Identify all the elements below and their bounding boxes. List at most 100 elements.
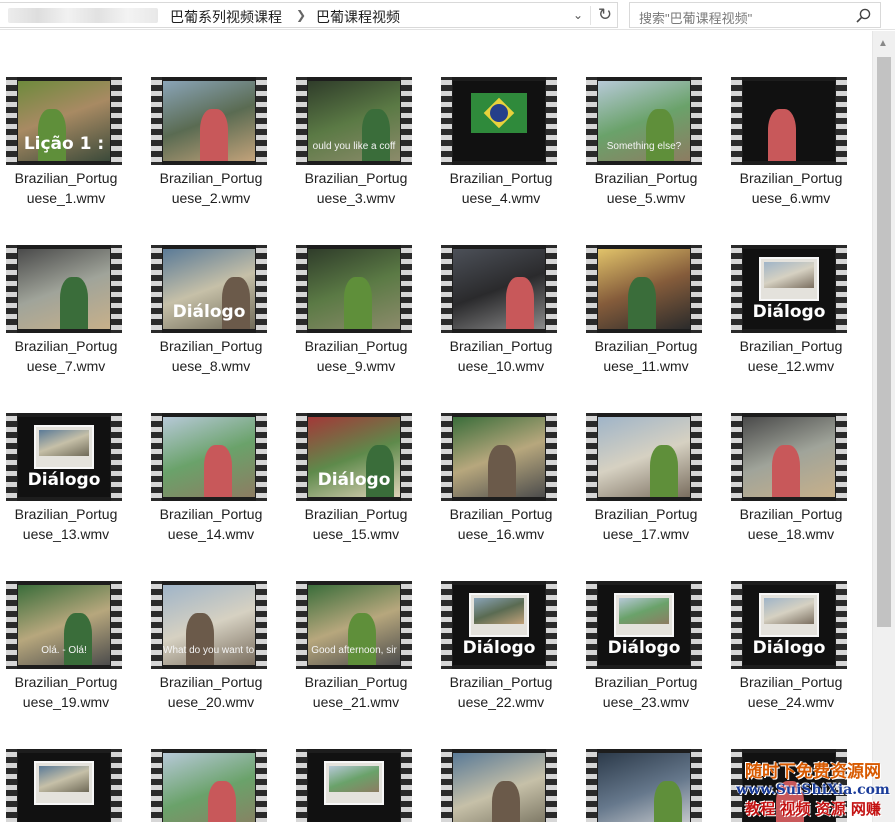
file-item[interactable]: Brazilian_Portug uese_7.wmv	[2, 198, 142, 374]
video-thumbnail[interactable]	[296, 245, 412, 333]
video-frame: Diálogo	[743, 249, 835, 329]
refresh-icon[interactable]: ↻	[595, 4, 615, 26]
file-item[interactable]: Brazilian_Portug uese_6.wmv	[727, 31, 867, 206]
file-item[interactable]: Brazilian_Portug uese_16.wmv	[437, 366, 577, 542]
scroll-up-arrow-icon[interactable]: ▲	[878, 38, 888, 49]
file-item[interactable]: ould you like a coff Brazilian_Portug uese…	[292, 31, 432, 206]
video-caption: Something else?	[606, 141, 682, 152]
video-frame: Something else?	[598, 81, 690, 161]
file-item[interactable]: Olá. - Olá! Brazilian_Portug uese_19.wmv	[2, 534, 142, 710]
file-item[interactable]: Brazilian_Portug uese_2.wmv	[147, 31, 287, 206]
video-thumbnail[interactable]	[441, 749, 557, 822]
file-item[interactable]: Brazilian_Portug uese_4.wmv	[437, 31, 577, 206]
video-frame	[743, 81, 835, 161]
scrollbar-thumb[interactable]	[877, 57, 891, 627]
video-thumbnail[interactable]: Diálogo	[6, 413, 122, 501]
video-thumbnail[interactable]: ould you like a coff	[296, 77, 412, 165]
file-item[interactable]: Lição 1 : Brazilian_Portug uese_1.wmv	[2, 31, 142, 206]
file-item[interactable]: Diálogo Brazilian_Portug uese_15.wmv	[292, 366, 432, 542]
video-thumbnail[interactable]	[441, 77, 557, 165]
file-item[interactable]: Brazilian_Portug uese_18.wmv	[727, 366, 867, 542]
video-thumbnail[interactable]	[731, 413, 847, 501]
video-thumbnail[interactable]: Olá. - Olá!	[6, 581, 122, 669]
video-frame: Diálogo	[453, 585, 545, 665]
video-thumbnail[interactable]	[441, 413, 557, 501]
file-item[interactable]: Something else? Brazilian_Portug uese_5.wm…	[582, 31, 722, 206]
file-item[interactable]: Diálogo Brazilian_Portug uese_22.wmv	[437, 534, 577, 710]
video-caption: Lição 1 :	[23, 134, 105, 154]
file-item[interactable]: Diálogo Brazilian_Portug uese_13.wmv	[2, 366, 142, 542]
video-thumbnail[interactable]	[441, 245, 557, 333]
file-item[interactable]	[437, 702, 577, 822]
photo-slide	[759, 257, 819, 301]
search-input[interactable]: 搜索"巴葡课程视频"	[639, 8, 752, 27]
video-thumbnail[interactable]	[151, 413, 267, 501]
file-item[interactable]	[582, 702, 722, 822]
search-box[interactable]: 搜索"巴葡课程视频"	[629, 2, 881, 28]
video-frame	[453, 249, 545, 329]
video-thumbnail[interactable]	[151, 77, 267, 165]
video-frame: Diálogo	[308, 417, 400, 497]
explorer-toolbar: 巴葡系列视频课程 ❯ 巴葡课程视频 ⌄ ↻ 搜索"巴葡课程视频"	[0, 0, 895, 30]
person-figure	[204, 445, 232, 497]
video-thumbnail[interactable]: Diálogo	[731, 245, 847, 333]
video-frame	[163, 417, 255, 497]
video-thumbnail[interactable]	[6, 749, 122, 822]
flag-globe	[490, 104, 508, 122]
photo-slide	[324, 761, 384, 805]
person-figure	[362, 109, 390, 161]
file-item[interactable]	[147, 702, 287, 822]
file-item[interactable]	[2, 702, 142, 822]
vertical-scrollbar[interactable]: ▲	[872, 31, 895, 822]
video-thumbnail[interactable]	[6, 245, 122, 333]
breadcrumb-parent[interactable]: 巴葡系列视频课程	[170, 7, 282, 27]
breadcrumb-current[interactable]: 巴葡课程视频	[316, 7, 400, 27]
video-caption: Diálogo	[317, 470, 391, 490]
video-thumbnail[interactable]: Diálogo	[296, 413, 412, 501]
person-figure	[208, 781, 236, 822]
person-figure	[772, 445, 800, 497]
photo-slide	[34, 761, 94, 805]
brazil-flag	[471, 93, 527, 133]
video-frame	[163, 753, 255, 822]
slide-photo	[764, 598, 814, 624]
video-thumbnail[interactable]: Good afternoon, sir	[296, 581, 412, 669]
video-thumbnail[interactable]: Something else?	[586, 77, 702, 165]
file-item[interactable]: Brazilian_Portug uese_14.wmv	[147, 366, 287, 542]
file-item[interactable]: Diálogo Brazilian_Portug uese_23.wmv	[582, 534, 722, 710]
file-item[interactable]: Brazilian_Portug uese_11.wmv	[582, 198, 722, 374]
file-item[interactable]: Brazilian_Portug uese_17.wmv	[582, 366, 722, 542]
search-icon[interactable]	[855, 8, 873, 24]
file-name-line-1: Brazilian_Portug	[14, 674, 118, 690]
slide-photo	[619, 598, 669, 624]
video-thumbnail[interactable]: Lição 1 :	[6, 77, 122, 165]
file-item[interactable]: Diálogo Brazilian_Portug uese_24.wmv	[727, 534, 867, 710]
video-thumbnail[interactable]	[731, 77, 847, 165]
video-thumbnail[interactable]: Diálogo	[441, 581, 557, 669]
file-item[interactable]: What do you want to do now? Brazilian_Por…	[147, 534, 287, 710]
file-item[interactable]: Good afternoon, sir Brazilian_Portug uese_…	[292, 534, 432, 710]
video-thumbnail[interactable]	[151, 749, 267, 822]
video-thumbnail[interactable]: Diálogo	[731, 581, 847, 669]
file-item[interactable]: Brazilian_Portug uese_9.wmv	[292, 198, 432, 374]
file-item[interactable]: Diálogo Brazilian_Portug uese_12.wmv	[727, 198, 867, 374]
video-thumbnail[interactable]: Diálogo	[586, 581, 702, 669]
video-thumbnail[interactable]	[586, 245, 702, 333]
photo-slide	[469, 593, 529, 637]
video-thumbnail[interactable]	[586, 749, 702, 822]
file-name-line-1: Brazilian_Portug	[159, 338, 263, 354]
video-frame: ould you like a coff	[308, 81, 400, 161]
video-frame	[598, 753, 690, 822]
chevron-down-icon[interactable]: ⌄	[573, 8, 583, 22]
address-bar[interactable]: 巴葡系列视频课程 ❯ 巴葡课程视频 ⌄ ↻	[0, 2, 618, 28]
video-frame	[743, 417, 835, 497]
video-thumbnail[interactable]	[586, 413, 702, 501]
slide-photo	[329, 766, 379, 792]
video-thumbnail[interactable]	[296, 749, 412, 822]
chevron-right-icon[interactable]: ❯	[296, 8, 306, 22]
file-item[interactable]: Diálogo Brazilian_Portug uese_8.wmv	[147, 198, 287, 374]
video-thumbnail[interactable]: What do you want to do now?	[151, 581, 267, 669]
video-thumbnail[interactable]: Diálogo	[151, 245, 267, 333]
file-item[interactable]	[292, 702, 432, 822]
file-item[interactable]: Brazilian_Portug uese_10.wmv	[437, 198, 577, 374]
